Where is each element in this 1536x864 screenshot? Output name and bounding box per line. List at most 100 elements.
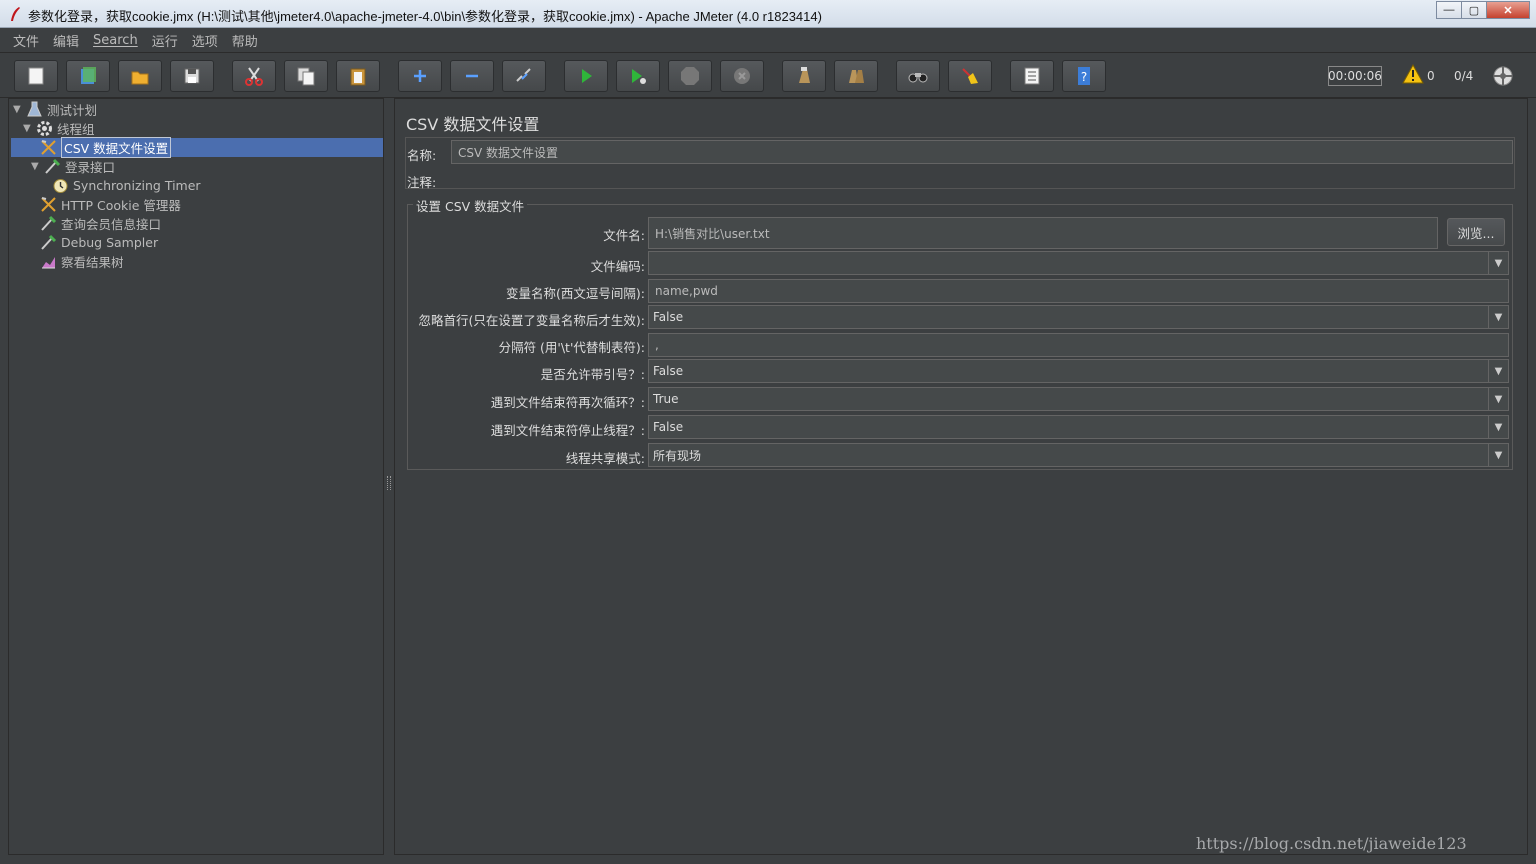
cut-button[interactable] <box>232 60 276 92</box>
expand-icon <box>414 70 426 82</box>
stop-thread-on-eof-select[interactable]: False ▼ <box>648 415 1509 439</box>
ignore-first-line-select[interactable]: False ▼ <box>648 305 1509 329</box>
templates-button[interactable] <box>66 60 110 92</box>
allow-quoted-value: False <box>653 364 684 378</box>
tree-node-synchronizing-timer[interactable]: Synchronizing Timer <box>51 176 201 195</box>
expand-arrow-icon[interactable]: ▼ <box>23 123 35 134</box>
elapsed-timer: 00:00:06 <box>1328 66 1382 86</box>
split-pane-divider[interactable] <box>385 98 393 855</box>
clear-icon <box>799 67 810 83</box>
start-no-pause-icon <box>632 69 646 84</box>
reset-search-icon <box>962 68 978 84</box>
recycle-on-eof-select[interactable]: True ▼ <box>648 387 1509 411</box>
delimiter-input[interactable]: , <box>648 333 1509 357</box>
new-button[interactable] <box>14 60 58 92</box>
splitter-grip[interactable] <box>387 476 391 490</box>
shutdown-button[interactable] <box>720 60 764 92</box>
sharing-mode-select[interactable]: 所有现场 ▼ <box>648 443 1509 467</box>
save-icon <box>184 68 200 84</box>
chevron-down-icon[interactable]: ▼ <box>1488 444 1508 466</box>
collapse-all-button[interactable] <box>450 60 494 92</box>
chevron-down-icon[interactable]: ▼ <box>1488 252 1508 274</box>
stop-button[interactable] <box>668 60 712 92</box>
variable-names-input[interactable]: name,pwd <box>648 279 1509 303</box>
save-button[interactable] <box>170 60 214 92</box>
chevron-down-icon[interactable]: ▼ <box>1488 416 1508 438</box>
listener-icon <box>39 253 57 271</box>
copy-button[interactable] <box>284 60 328 92</box>
thread-group-icon <box>35 120 53 138</box>
minimize-button[interactable]: — <box>1436 1 1462 19</box>
config-element-icon <box>39 196 57 214</box>
toggle-icon <box>516 68 531 82</box>
function-helper-icon <box>1024 67 1040 85</box>
stop-thread-on-eof-label: 遇到文件结束符停止线程？: <box>490 423 645 438</box>
chevron-down-icon[interactable]: ▼ <box>1488 360 1508 382</box>
chevron-down-icon[interactable]: ▼ <box>1488 306 1508 328</box>
shutdown-icon <box>734 68 750 84</box>
chevron-down-icon[interactable]: ▼ <box>1488 388 1508 410</box>
delimiter-label: 分隔符 (用'\t'代替制表符): <box>498 340 645 355</box>
search-icon <box>908 73 928 83</box>
ignore-first-line-value: False <box>653 310 684 324</box>
toggle-button[interactable] <box>502 60 546 92</box>
menu-edit[interactable]: 编辑 <box>46 31 86 50</box>
svg-text:?: ? <box>1081 70 1087 84</box>
ignore-first-line-label: 忽略首行(只在设置了变量名称后才生效): <box>418 313 645 328</box>
templates-icon <box>81 67 96 84</box>
open-button[interactable] <box>118 60 162 92</box>
watermark-url: https://blog.csdn.net/jiaweide123 <box>1196 834 1467 853</box>
tree-node-debug-sampler[interactable]: Debug Sampler <box>39 233 158 252</box>
search-button[interactable] <box>896 60 940 92</box>
expand-arrow-icon[interactable]: ▼ <box>13 104 25 115</box>
csv-config-panel: CSV 数据文件设置 名称: CSV 数据文件设置 注释: 设置 CSV 数据文… <box>394 98 1528 855</box>
menu-bar: 文件 编辑 Search 运行 选项 帮助 <box>0 29 1536 53</box>
function-helper-button[interactable] <box>1010 60 1054 92</box>
menu-options[interactable]: 选项 <box>185 31 225 50</box>
filename-input[interactable]: H:\销售对比\user.txt <box>648 217 1438 249</box>
filename-label: 文件名: <box>603 228 645 243</box>
menu-file[interactable]: 文件 <box>6 31 46 50</box>
tree-node-thread-group[interactable]: ▼ 线程组 <box>23 119 95 138</box>
file-encoding-select[interactable]: ▼ <box>648 251 1509 275</box>
stop-thread-on-eof-value: False <box>653 420 684 434</box>
start-no-pauses-button[interactable] <box>616 60 660 92</box>
tree-node-label: HTTP Cookie 管理器 <box>61 198 181 213</box>
maximize-button[interactable]: ▢ <box>1461 1 1487 19</box>
jmeter-feather-icon <box>11 7 20 21</box>
help-icon: ? <box>1078 67 1090 85</box>
menu-help[interactable]: 帮助 <box>225 31 265 50</box>
tree-node-query-member-api[interactable]: 查询会员信息接口 <box>39 214 161 233</box>
clear-button[interactable] <box>782 60 826 92</box>
allow-quoted-select[interactable]: False ▼ <box>648 359 1509 383</box>
timer-icon <box>51 177 69 195</box>
warning-icon[interactable] <box>1402 64 1424 84</box>
test-plan-icon <box>25 101 43 119</box>
recycle-on-eof-value: True <box>653 392 679 406</box>
menu-search[interactable]: Search <box>86 33 145 48</box>
title-bar: 参数化登录，获取cookie.jmx (H:\测试\其他\jmeter4.0\a… <box>0 0 1536 28</box>
expand-arrow-icon[interactable]: ▼ <box>31 161 43 172</box>
allow-quoted-label: 是否允许带引号？: <box>540 367 645 382</box>
start-button[interactable] <box>564 60 608 92</box>
tree-node-test-plan[interactable]: ▼ 测试计划 <box>13 100 97 119</box>
help-button[interactable]: ? <box>1062 60 1106 92</box>
field-labels-column: 文件名: 文件编码: 变量名称(西文逗号间隔): 忽略首行(只在设置了变量名称后… <box>395 99 645 499</box>
tree-node-csv-data-set[interactable]: CSV 数据文件设置 <box>39 137 172 158</box>
tree-node-view-results-tree[interactable]: 察看结果树 <box>39 252 124 271</box>
expand-all-button[interactable] <box>398 60 442 92</box>
menu-run[interactable]: 运行 <box>145 31 185 50</box>
close-button[interactable]: ✕ <box>1486 1 1530 19</box>
clear-all-button[interactable] <box>834 60 878 92</box>
toolbar: ? <box>0 54 1536 98</box>
sampler-icon <box>39 215 57 233</box>
tree-node-http-cookie-manager[interactable]: HTTP Cookie 管理器 <box>39 195 181 214</box>
paste-button[interactable] <box>336 60 380 92</box>
browse-button[interactable]: 浏览... <box>1447 218 1505 246</box>
reset-search-button[interactable] <box>948 60 992 92</box>
remote-globe-icon[interactable] <box>1492 65 1514 87</box>
tree-node-label: Debug Sampler <box>61 235 159 250</box>
sharing-mode-value: 所有现场 <box>653 448 702 463</box>
open-icon <box>131 71 149 85</box>
tree-node-login-api[interactable]: ▼ 登录接口 <box>31 157 115 176</box>
